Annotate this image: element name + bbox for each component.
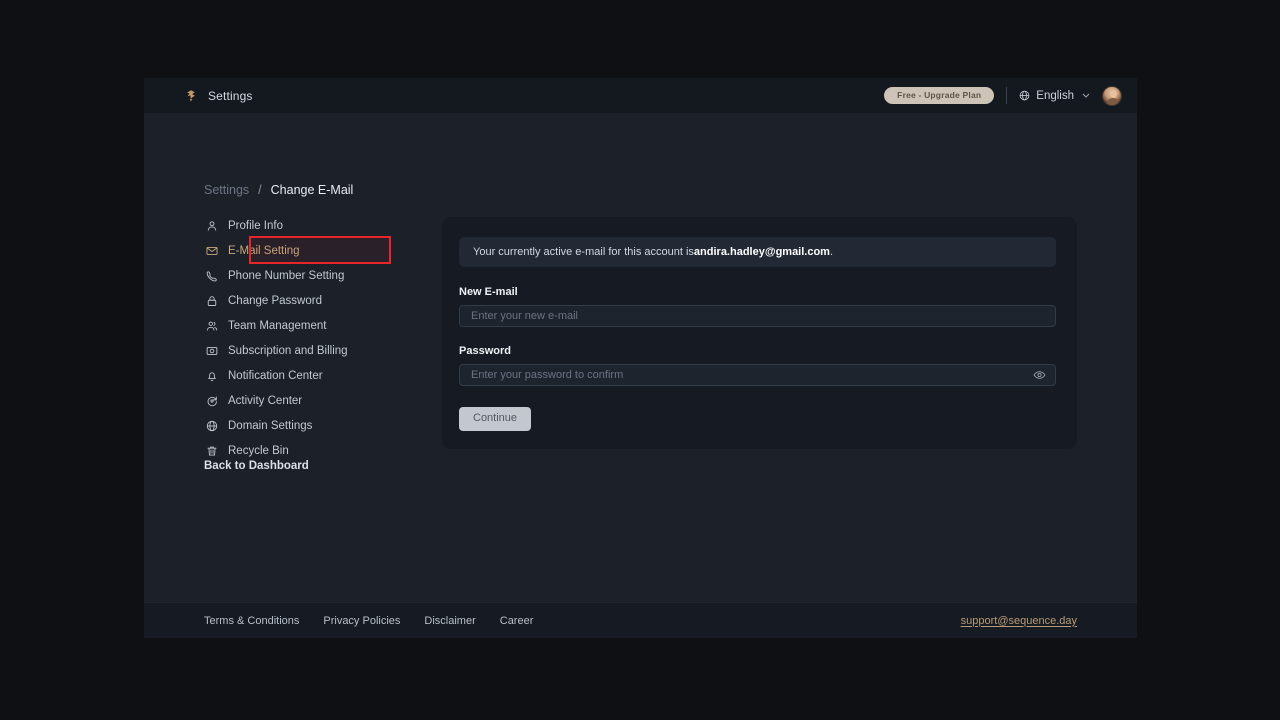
footer-link-terms[interactable]: Terms & Conditions: [204, 615, 299, 627]
change-email-card: Your currently active e-mail for this ac…: [442, 217, 1077, 449]
chevron-down-icon: [1082, 93, 1090, 98]
sidebar-item-label: Notification Center: [228, 369, 323, 382]
sidebar-item-notification-center[interactable]: Notification Center: [203, 363, 353, 388]
new-email-field-group: New E-mail: [459, 286, 1056, 327]
sidebar-item-label: Subscription and Billing: [228, 344, 348, 357]
banner-suffix: .: [829, 246, 834, 258]
sidebar-item-label: Phone Number Setting: [228, 269, 345, 282]
sidebar-item-team-management[interactable]: Team Management: [203, 313, 353, 338]
footer-link-privacy[interactable]: Privacy Policies: [323, 615, 400, 627]
breadcrumb-separator: /: [258, 183, 262, 197]
current-email-banner: Your currently active e-mail for this ac…: [459, 237, 1056, 267]
card-icon: [205, 344, 218, 357]
user-icon: [205, 219, 218, 232]
lock-icon: [205, 294, 218, 307]
top-bar-right: Free - Upgrade Plan English: [884, 85, 1122, 106]
new-email-label: New E-mail: [459, 286, 518, 298]
sidebar-item-label: Profile Info: [228, 219, 283, 232]
top-bar: Settings Free - Upgrade Plan English: [144, 78, 1137, 113]
users-icon: [205, 319, 218, 332]
new-email-input[interactable]: [459, 305, 1056, 327]
continue-button[interactable]: Continue: [459, 407, 532, 431]
sidebar-item-phone-number-setting[interactable]: Phone Number Setting: [203, 263, 353, 288]
sidebar-item-change-password[interactable]: Change Password: [203, 288, 353, 313]
sidebar-item-subscription-and-billing[interactable]: Subscription and Billing: [203, 338, 353, 363]
sidebar-item-activity-center[interactable]: Activity Center: [203, 388, 353, 413]
phone-icon: [205, 269, 218, 282]
language-label: English: [1036, 89, 1074, 102]
app-window: Settings Free - Upgrade Plan English Set…: [144, 78, 1137, 638]
brand: Settings: [184, 89, 253, 103]
globe-icon: [1019, 90, 1030, 101]
password-field-group: Password: [459, 345, 1056, 386]
eye-icon[interactable]: [1033, 369, 1046, 382]
footer: Terms & Conditions Privacy Policies Disc…: [144, 602, 1137, 638]
sidebar-item-label: Domain Settings: [228, 419, 313, 432]
trash-icon: [205, 444, 218, 457]
sidebar-item-label: Recycle Bin: [228, 444, 289, 457]
sidebar-item-label: E-Mail Setting: [228, 244, 300, 257]
sidebar-item-domain-settings[interactable]: Domain Settings: [203, 413, 353, 438]
globe-icon: [205, 419, 218, 432]
sidebar-item-profile-info[interactable]: Profile Info: [203, 213, 353, 238]
breadcrumb: Settings / Change E-Mail: [204, 183, 353, 197]
footer-links: Terms & Conditions Privacy Policies Disc…: [204, 615, 533, 627]
password-input[interactable]: [459, 364, 1056, 386]
new-email-input-wrap: [459, 305, 1056, 327]
sidebar-nav: Profile Info E-Mail Setting Phone Number…: [203, 213, 391, 463]
divider: [1006, 87, 1008, 104]
language-selector[interactable]: English: [1019, 90, 1090, 102]
sidebar-item-email-setting[interactable]: E-Mail Setting: [203, 238, 353, 263]
password-label: Password: [459, 345, 511, 357]
page-body: Settings / Change E-Mail Profile Info E-…: [144, 113, 1137, 602]
app-title: Settings: [208, 88, 253, 103]
password-input-wrap: [459, 364, 1056, 386]
sidebar-item-label: Change Password: [228, 294, 322, 307]
avatar[interactable]: [1102, 85, 1122, 106]
activity-icon: [205, 394, 218, 407]
breadcrumb-current: Change E-Mail: [270, 183, 354, 197]
sidebar-item-label: Team Management: [228, 319, 327, 332]
footer-link-disclaimer[interactable]: Disclaimer: [424, 615, 475, 627]
bell-icon: [205, 369, 218, 382]
origami-bird-logo-icon: [184, 89, 198, 103]
breadcrumb-parent[interactable]: Settings: [204, 183, 249, 197]
footer-link-career[interactable]: Career: [500, 615, 534, 627]
back-to-dashboard-link[interactable]: Back to Dashboard: [204, 460, 309, 472]
banner-prefix: Your currently active e-mail for this ac…: [473, 246, 694, 258]
upgrade-plan-badge[interactable]: Free - Upgrade Plan: [884, 86, 995, 105]
support-email-link[interactable]: support@sequence.day: [961, 615, 1077, 627]
envelope-icon: [205, 244, 218, 257]
sidebar-item-label: Activity Center: [228, 394, 303, 407]
banner-email: andira.hadley@gmail.com: [693, 246, 830, 258]
